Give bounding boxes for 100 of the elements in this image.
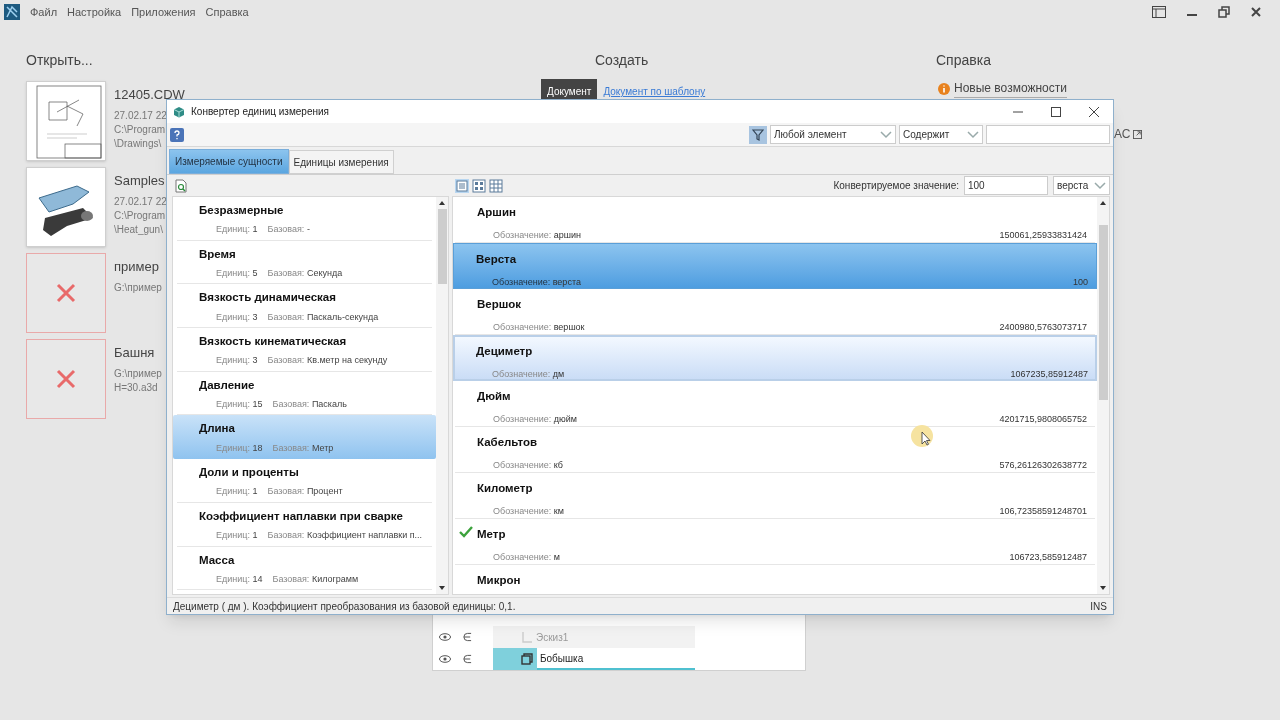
unit-name: Кабельтов xyxy=(477,435,537,450)
entity-row[interactable]: Коэффициент наплавки при сварке Единиц: 1 Базовая: Коэффициент наплавки п... xyxy=(177,502,432,547)
unit-row[interactable]: Микрон xyxy=(455,565,1095,594)
status-text: Дециметр ( дм ). Коэффициент преобразования из базовой единицы: 0,1. xyxy=(173,599,516,614)
table-view-icon[interactable] xyxy=(489,178,503,193)
entity-row[interactable]: Масса Единиц: 14 Базовая: Килограмм xyxy=(177,546,432,591)
menu-item[interactable]: Приложения xyxy=(131,3,196,21)
element-icon[interactable] xyxy=(463,654,472,664)
entity-name: Время xyxy=(199,246,237,262)
element-icon[interactable] xyxy=(463,632,472,642)
scroll-up-icon[interactable] xyxy=(1100,201,1106,205)
document-search-icon[interactable] xyxy=(174,178,188,193)
filter-button[interactable] xyxy=(749,125,767,144)
unit-row[interactable]: Дюйм Обозначение: дюйм 4201715,9808065752 xyxy=(455,381,1095,427)
unit-symbol: Обозначение: кб xyxy=(493,459,563,473)
entity-row[interactable]: Длина Единиц: 18 Базовая: Метр xyxy=(173,415,436,460)
entity-row[interactable]: Вязкость динамическая Единиц: 3 Базовая: Паскаль-секунда xyxy=(177,284,432,329)
entity-row[interactable]: Вязкость кинематическая Единиц: 3 Базовая: Кв.метр на секунду xyxy=(177,328,432,372)
section-title: Создать xyxy=(595,51,650,70)
file-name[interactable]: Башня xyxy=(114,343,155,363)
eye-icon[interactable] xyxy=(439,633,451,641)
close-icon[interactable] xyxy=(1250,6,1262,18)
unit-name: Микрон xyxy=(477,573,521,588)
file-name[interactable]: пример xyxy=(114,257,159,277)
app-logo-icon[interactable] xyxy=(4,4,20,20)
scrollbar-thumb[interactable] xyxy=(1098,225,1108,400)
unit-row[interactable]: Метр Обозначение: м 106723,585912487 xyxy=(455,519,1095,565)
cube-icon xyxy=(173,105,185,118)
info-icon xyxy=(938,82,950,95)
tile-view-icon[interactable] xyxy=(472,178,486,193)
converted-value: 150061,25933831424 xyxy=(999,229,1087,243)
element-select[interactable]: Любой элемент xyxy=(770,125,896,144)
scrollbar-thumb[interactable] xyxy=(437,209,447,284)
condition-select[interactable]: Содержит xyxy=(899,125,983,144)
base-unit: Базовая: Коэффициент наплавки п... xyxy=(267,529,423,543)
entity-name: Длина xyxy=(199,421,236,437)
units-count: Единиц: 15 xyxy=(216,398,263,411)
entity-name: Вязкость динамическая xyxy=(199,290,337,306)
external-link-icon xyxy=(1133,129,1143,139)
base-unit: Базовая: Секунда xyxy=(267,266,343,280)
whats-new-link[interactable]: Новые возможности xyxy=(954,79,1067,98)
restore-icon[interactable] xyxy=(1218,6,1230,18)
file-info: \Heat_gun\ xyxy=(114,222,163,237)
cross-icon xyxy=(56,283,76,303)
tab[interactable]: Измеряемые сущности xyxy=(169,149,289,174)
help-icon[interactable] xyxy=(170,127,184,142)
entity-name: Доли и проценты xyxy=(199,465,300,481)
layout-icon[interactable] xyxy=(1152,6,1166,18)
base-unit: Базовая: Процент xyxy=(267,485,343,499)
close-icon[interactable] xyxy=(1089,106,1099,117)
converted-value: 1067235,85912487 xyxy=(1010,368,1088,382)
converted-value: 100 xyxy=(1072,276,1088,290)
scroll-up-icon[interactable] xyxy=(439,201,445,205)
entity-row[interactable]: Время Единиц: 5 Базовая: Секунда xyxy=(177,240,432,285)
missing-thumbnail[interactable] xyxy=(26,339,106,419)
tab[interactable]: Единицы измерения xyxy=(288,150,394,174)
unit-select[interactable]: верста xyxy=(1053,176,1110,195)
unit-symbol: Обозначение: верста xyxy=(492,276,581,290)
drawing-thumbnail[interactable] xyxy=(26,81,106,161)
eye-icon[interactable] xyxy=(439,655,451,663)
name-input[interactable]: Бобышка xyxy=(537,648,695,670)
unit-symbol: Обозначение: аршин xyxy=(493,229,581,243)
units-count: Единиц: 18 xyxy=(216,441,263,455)
unit-row[interactable]: Верста Обозначение: верста 100 xyxy=(453,243,1097,289)
scroll-down-icon[interactable] xyxy=(439,586,445,590)
file-name[interactable]: 12405.CDW xyxy=(114,85,185,105)
file-info: H=30.a3d xyxy=(114,380,158,395)
unit-row[interactable]: Километр Обозначение: км 106,72358591248701 xyxy=(455,473,1095,519)
base-unit: Базовая: - xyxy=(267,223,310,237)
mouse-cursor-icon xyxy=(910,424,934,448)
unit-symbol: Обозначение: вершок xyxy=(493,321,585,335)
converted-value: 576,26126302638772 xyxy=(999,459,1087,473)
menu-item[interactable]: Файл xyxy=(30,3,58,21)
file-info: G:\пример xyxy=(114,280,162,295)
converted-value: 2400980,5763073717 xyxy=(999,321,1087,335)
create-document-button[interactable]: Документ по шаблону xyxy=(601,79,708,104)
scroll-down-icon[interactable] xyxy=(1100,586,1106,590)
units-count: Единиц: 1 xyxy=(216,529,258,543)
filter-input[interactable] xyxy=(986,125,1110,144)
sketch-icon xyxy=(521,631,533,643)
help-link[interactable]: АС xyxy=(1114,125,1131,143)
entity-name: Давление xyxy=(199,377,256,393)
entity-row[interactable]: Доли и проценты Единиц: 1 Базовая: Процент xyxy=(177,459,432,503)
section-title: Открыть... xyxy=(26,51,94,70)
units-count: Единиц: 14 xyxy=(216,572,263,586)
units-count: Единиц: 5 xyxy=(216,266,258,280)
file-name[interactable]: Samples xyxy=(114,171,165,191)
file-info: G:\пример xyxy=(114,366,162,381)
maximize-icon[interactable] xyxy=(1051,106,1061,117)
unit-symbol: Обозначение: м xyxy=(493,551,560,565)
value-input[interactable]: 100 xyxy=(964,176,1048,195)
unit-name: Дюйм xyxy=(477,389,511,404)
unit-symbol: Обозначение: дм xyxy=(492,368,565,382)
menu-item[interactable]: Настройка xyxy=(67,3,122,21)
missing-thumbnail[interactable] xyxy=(26,253,106,333)
menu-item[interactable]: Справка xyxy=(205,3,249,21)
unit-symbol: Обозначение: км xyxy=(493,505,564,519)
unit-name: Верста xyxy=(476,252,517,267)
unit-row[interactable]: Дециметр Обозначение: дм 1067235,85912487 xyxy=(453,335,1097,381)
entity-row[interactable]: Безразмерные Единиц: 1 Базовая: - xyxy=(177,197,432,241)
